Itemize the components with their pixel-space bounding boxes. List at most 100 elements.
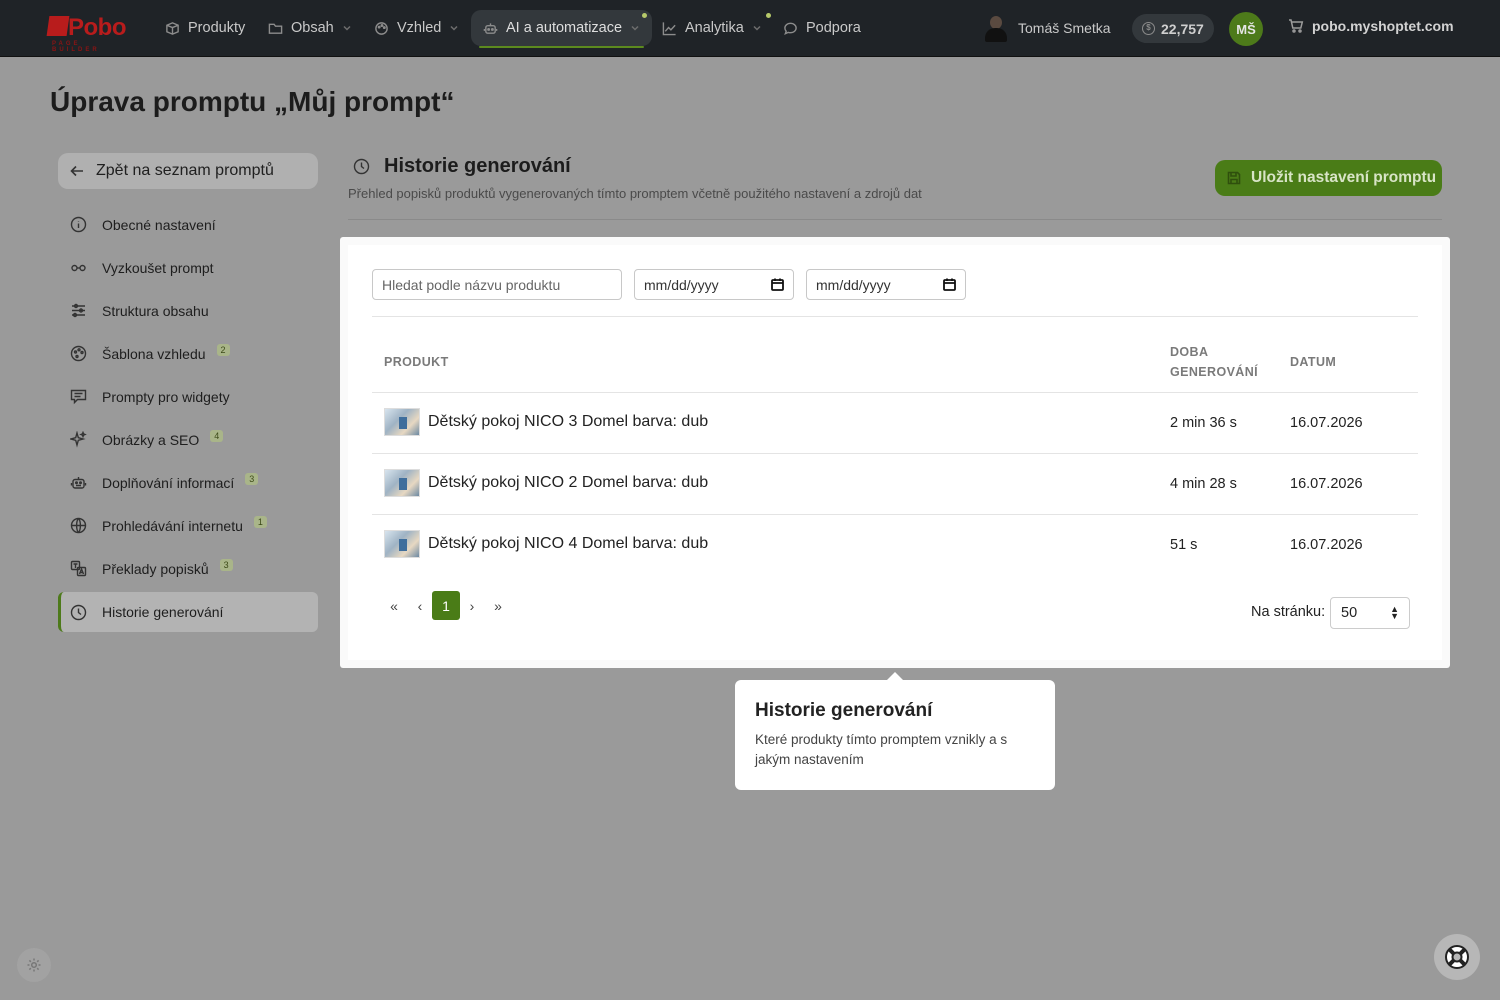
message-lines-icon [70,389,87,405]
pagination-next[interactable]: › [458,591,486,620]
generation-date: 16.07.2026 [1290,476,1363,492]
calendar-icon[interactable] [943,278,956,291]
pagination-first[interactable]: « [380,591,408,620]
generation-duration: 4 min 28 s [1170,476,1237,492]
sidebar-item-template[interactable]: Šablona vzhledu 2 [58,332,318,375]
arrow-left-icon [70,165,83,177]
sidebar-item-label: Vyzkoušet prompt [102,259,214,276]
generation-duration: 2 min 36 s [1170,415,1237,431]
chevron-down-icon [631,25,639,31]
sidebar-item-try-prompt[interactable]: Vyzkoušet prompt [58,246,318,289]
product-name[interactable]: Dětský pokoj NICO 2 Domel barva: dub [428,474,708,492]
nav-ai-automatizace[interactable]: AI a automatizace [471,10,653,48]
per-page-value: 50 [1341,605,1358,621]
folder-icon [268,23,283,34]
sidebar-item-label: Prohledávání internetu [102,517,243,534]
column-header-duration[interactable]: DOBA GENEROVÁNÍ [1170,342,1258,382]
per-page-select[interactable]: 50 ▲ ▼ [1330,597,1410,629]
pagination-prev[interactable]: ‹ [406,591,434,620]
product-name[interactable]: Dětský pokoj NICO 4 Domel barva: dub [428,535,708,553]
sidebar-item-label: Struktura obsahu [102,302,209,319]
shop-url: pobo.myshoptet.com [1312,18,1454,34]
nav-podpora[interactable]: Podpora [771,10,873,46]
shop-link[interactable]: pobo.myshoptet.com [1288,18,1454,34]
column-header-product[interactable]: PRODUKT [384,352,449,372]
sliders-icon [72,303,85,318]
back-to-prompts-button[interactable]: Zpět na seznam promptů [58,153,318,189]
box-icon [166,21,179,35]
credits-badge[interactable]: $ 22,757 [1132,14,1214,43]
coin-icon: $ [1142,22,1155,35]
save-button-label: Uložit nastavení promptu [1251,169,1437,186]
globe-icon [70,517,87,534]
nav-obsah-label: Obsah [291,20,334,36]
sidebar-item-history[interactable]: Historie generování [58,592,318,632]
nav-vzhled-label: Vzhled [397,20,442,36]
nav-analytika-label: Analytika [685,20,744,36]
pobo-logo[interactable]: Pobo PAGE BUILDER [46,14,132,53]
lifebuoy-icon [1445,945,1469,969]
nav-produkty[interactable]: Produkty [153,10,257,46]
palette-icon [375,21,388,35]
account-initials-avatar[interactable]: MŠ [1229,12,1263,46]
product-thumbnail[interactable] [384,469,420,497]
divider [348,219,1442,220]
product-thumbnail[interactable] [384,530,420,558]
sidebar-item-label: Překlady popisků [102,560,209,577]
product-name[interactable]: Dětský pokoj NICO 3 Domel barva: dub [428,413,708,431]
chat-icon [784,22,797,35]
table-row-divider [372,514,1418,515]
sidebar-item-web-search[interactable]: Prohledávání internetu 1 [58,504,318,547]
sidebar-item-translations[interactable]: Překlady popisků 3 [58,547,318,590]
column-header-date[interactable]: DATUM [1290,352,1336,372]
credits-value: 22,757 [1161,20,1204,37]
divider [372,392,1418,393]
nav-vzhled[interactable]: Vzhled [362,10,471,46]
date-to-input[interactable]: mm/dd/yyyy [806,269,966,300]
pagination-last[interactable]: » [484,591,512,620]
tooltip-title: Historie generování [755,700,933,721]
save-prompt-settings-button[interactable]: Uložit nastavení promptu [1215,160,1442,196]
tooltip-text: Které produkty tímto promptem vznikly a … [755,732,1008,767]
sidebar-item-info-filling[interactable]: Doplňování informací 3 [58,461,318,504]
count-badge: 1 [253,515,267,528]
pagination-page-current[interactable]: 1 [432,591,460,620]
nav-ai-label: AI a automatizace [506,20,623,36]
nav-obsah[interactable]: Obsah [256,10,364,46]
divider [372,316,1418,317]
product-thumbnail[interactable] [384,408,420,436]
clock-icon [353,158,370,175]
settings-fab[interactable] [17,948,51,982]
notification-dot [642,13,647,18]
cart-icon [1289,19,1304,33]
sidebar-item-label: Doplňování informací [102,474,235,491]
search-placeholder: Hledat podle názvu produktu [382,276,561,293]
column-header-duration-line2: GENEROVÁNÍ [1170,365,1259,379]
sidebar-item-general[interactable]: Obecné nastavení [58,203,318,246]
back-button-label: Zpět na seznam promptů [96,162,274,179]
chevron-down-icon [343,25,351,31]
nav-produkty-label: Produkty [188,20,246,36]
user-menu[interactable]: Tomáš Smetka [984,14,1111,42]
logo-text: Pobo [68,14,127,41]
help-fab[interactable] [1434,934,1480,980]
floppy-disk-icon [1227,171,1241,185]
count-badge: 3 [245,472,259,485]
sidebar-item-content-structure[interactable]: Struktura obsahu [58,289,318,332]
count-badge: 3 [219,558,233,571]
top-navigation: Pobo PAGE BUILDER Produkty Obsah Vzhled … [0,0,1500,57]
product-search-input[interactable]: Hledat podle názvu produktu [372,269,622,300]
nav-analytika[interactable]: Analytika [650,10,774,46]
sidebar-item-images-seo[interactable]: Obrázky a SEO 4 [58,418,318,461]
logo-mark-icon [46,16,70,36]
generation-duration: 51 s [1170,537,1198,553]
date-from-input[interactable]: mm/dd/yyyy [634,269,794,300]
chevron-down-icon [753,25,761,31]
calendar-icon[interactable] [771,278,784,291]
robot-icon [70,477,87,489]
info-icon [70,216,87,233]
sidebar-item-widget-prompts[interactable]: Prompty pro widgety [58,375,318,418]
nav-podpora-label: Podpora [806,20,861,36]
count-badge: 4 [210,429,224,442]
sidebar-item-label: Obecné nastavení [102,216,216,233]
